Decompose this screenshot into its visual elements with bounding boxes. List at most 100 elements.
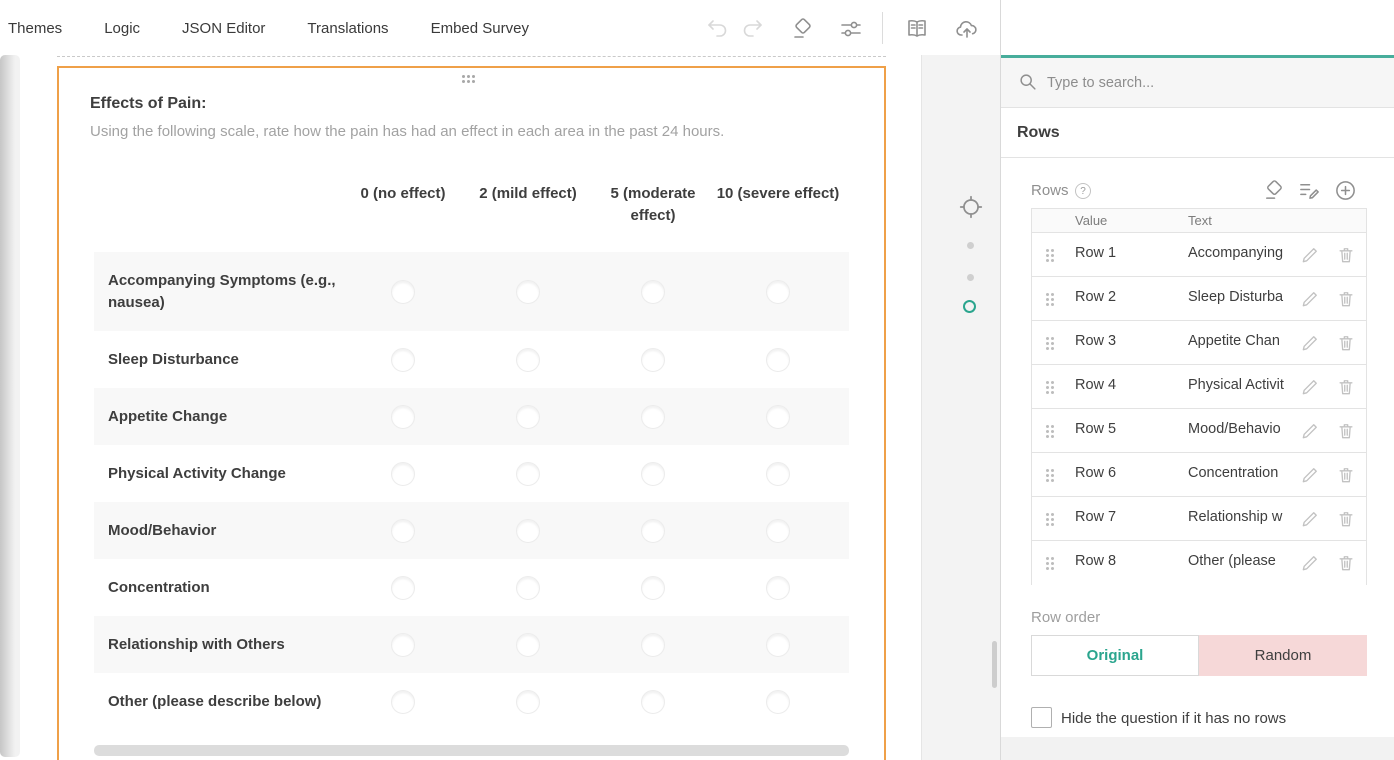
tab-translations[interactable]: Translations xyxy=(307,20,388,37)
edit-icon[interactable] xyxy=(1300,377,1320,397)
matrix-row-label[interactable]: Mood/Behavior xyxy=(108,520,353,542)
row-text-cell[interactable]: Mood/Behavio xyxy=(1188,421,1290,437)
row-text-cell[interactable]: Relationship w xyxy=(1188,509,1290,525)
row-text-cell[interactable]: Sleep Disturba xyxy=(1188,289,1290,305)
matrix-column-header[interactable]: 0 (no effect) xyxy=(338,183,468,205)
matrix-radio[interactable] xyxy=(641,462,665,486)
row-value-cell[interactable]: Row 4 xyxy=(1075,377,1116,393)
fast-entry-icon[interactable] xyxy=(1298,179,1321,202)
left-scrollbar[interactable] xyxy=(0,55,20,757)
matrix-radio[interactable] xyxy=(516,576,540,600)
matrix-radio[interactable] xyxy=(766,462,790,486)
edit-icon[interactable] xyxy=(1300,465,1320,485)
publish-icon[interactable] xyxy=(955,17,979,41)
page-navigator-icon[interactable] xyxy=(958,194,984,220)
row-text-cell[interactable]: Accompanying xyxy=(1188,245,1290,261)
matrix-radio[interactable] xyxy=(391,633,415,657)
help-icon[interactable]: ? xyxy=(1075,183,1091,199)
tab-themes[interactable]: Themes xyxy=(8,20,62,37)
matrix-row-label[interactable]: Accompanying Symptoms (e.g., nausea) xyxy=(108,270,353,314)
row-value-cell[interactable]: Row 8 xyxy=(1075,553,1116,569)
matrix-radio[interactable] xyxy=(391,690,415,714)
matrix-row-label[interactable]: Relationship with Others xyxy=(108,634,353,656)
matrix-row-label[interactable]: Physical Activity Change xyxy=(108,463,353,485)
matrix-radio[interactable] xyxy=(766,519,790,543)
current-page-dot-icon[interactable] xyxy=(963,300,976,313)
matrix-radio[interactable] xyxy=(516,633,540,657)
matrix-radio[interactable] xyxy=(516,405,540,429)
row-text-cell[interactable]: Physical Activit xyxy=(1188,377,1290,393)
drag-handle-icon[interactable] xyxy=(1046,337,1054,350)
matrix-radio[interactable] xyxy=(641,280,665,304)
delete-icon[interactable] xyxy=(1336,509,1356,529)
matrix-radio[interactable] xyxy=(641,348,665,372)
matrix-radio[interactable] xyxy=(641,405,665,429)
edit-icon[interactable] xyxy=(1300,245,1320,265)
matrix-radio[interactable] xyxy=(391,348,415,372)
vertical-scrollbar[interactable] xyxy=(992,641,997,688)
matrix-radio[interactable] xyxy=(516,519,540,543)
matrix-radio[interactable] xyxy=(641,576,665,600)
drag-handle-icon[interactable] xyxy=(1046,469,1054,482)
tab-logic[interactable]: Logic xyxy=(104,20,140,37)
drag-handle-icon[interactable] xyxy=(1046,513,1054,526)
row-value-cell[interactable]: Row 2 xyxy=(1075,289,1116,305)
question-title[interactable]: Effects of Pain: xyxy=(90,95,206,113)
delete-icon[interactable] xyxy=(1336,377,1356,397)
drag-handle-icon[interactable] xyxy=(1046,425,1054,438)
matrix-radio[interactable] xyxy=(391,462,415,486)
row-order-original-button[interactable]: Original xyxy=(1031,635,1199,676)
row-value-cell[interactable]: Row 7 xyxy=(1075,509,1116,525)
matrix-column-header[interactable]: 10 (severe effect) xyxy=(713,183,843,205)
matrix-radio[interactable] xyxy=(391,405,415,429)
matrix-radio[interactable] xyxy=(641,633,665,657)
add-row-icon[interactable] xyxy=(1334,179,1357,202)
tab-embed-survey[interactable]: Embed Survey xyxy=(431,20,529,37)
delete-icon[interactable] xyxy=(1336,245,1356,265)
matrix-radio[interactable] xyxy=(766,576,790,600)
drag-handle-icon[interactable] xyxy=(1046,381,1054,394)
eraser-icon[interactable] xyxy=(790,17,814,41)
category-rows[interactable]: Rows xyxy=(1001,108,1394,158)
matrix-radio[interactable] xyxy=(516,280,540,304)
drag-handle-icon[interactable] xyxy=(1046,293,1054,306)
matrix-radio[interactable] xyxy=(641,690,665,714)
matrix-radio[interactable] xyxy=(766,690,790,714)
matrix-radio[interactable] xyxy=(766,633,790,657)
row-value-cell[interactable]: Row 6 xyxy=(1075,465,1116,481)
row-text-cell[interactable]: Concentration xyxy=(1188,465,1290,481)
question-description[interactable]: Using the following scale, rate how the … xyxy=(90,123,724,140)
matrix-radio[interactable] xyxy=(766,280,790,304)
matrix-radio[interactable] xyxy=(391,280,415,304)
edit-icon[interactable] xyxy=(1300,421,1320,441)
page-dot-icon[interactable] xyxy=(967,242,974,249)
matrix-radio[interactable] xyxy=(391,576,415,600)
page-dot-icon[interactable] xyxy=(967,274,974,281)
row-order-random-button[interactable]: Random xyxy=(1199,635,1367,676)
hide-question-checkbox[interactable] xyxy=(1031,707,1052,728)
row-text-cell[interactable]: Appetite Chan xyxy=(1188,333,1290,349)
drag-handle-icon[interactable] xyxy=(1046,557,1054,570)
matrix-radio[interactable] xyxy=(516,348,540,372)
matrix-row-label[interactable]: Sleep Disturbance xyxy=(108,349,353,371)
edit-icon[interactable] xyxy=(1300,333,1320,353)
drag-handle-icon[interactable] xyxy=(1046,249,1054,262)
tab-json-editor[interactable]: JSON Editor xyxy=(182,20,265,37)
matrix-row-label[interactable]: Concentration xyxy=(108,577,353,599)
matrix-column-header[interactable]: 5 (moderate effect) xyxy=(588,183,718,227)
search-input[interactable] xyxy=(1047,71,1377,95)
matrix-column-header[interactable]: 2 (mild effect) xyxy=(463,183,593,205)
delete-icon[interactable] xyxy=(1336,553,1356,573)
redo-icon[interactable] xyxy=(740,17,764,41)
row-text-cell[interactable]: Other (please xyxy=(1188,553,1290,569)
preview-icon[interactable] xyxy=(905,17,929,41)
row-value-cell[interactable]: Row 3 xyxy=(1075,333,1116,349)
row-value-cell[interactable]: Row 1 xyxy=(1075,245,1116,261)
horizontal-scrollbar[interactable] xyxy=(94,745,849,756)
edit-icon[interactable] xyxy=(1300,509,1320,529)
matrix-row-label[interactable]: Appetite Change xyxy=(108,406,353,428)
matrix-radio[interactable] xyxy=(391,519,415,543)
matrix-radio[interactable] xyxy=(641,519,665,543)
delete-icon[interactable] xyxy=(1336,465,1356,485)
delete-icon[interactable] xyxy=(1336,421,1356,441)
